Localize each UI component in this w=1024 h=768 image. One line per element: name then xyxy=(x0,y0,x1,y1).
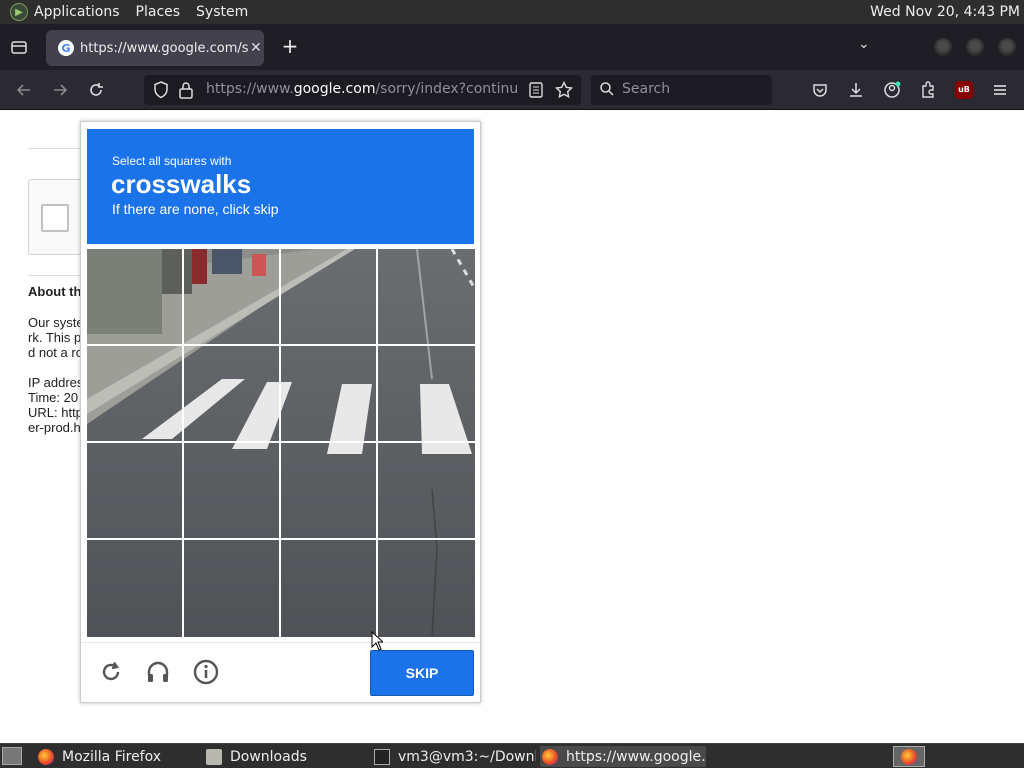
task-downloads[interactable]: Downloads xyxy=(206,746,366,767)
firefox-icon xyxy=(901,749,917,765)
url-line-cont: er-prod.h xyxy=(28,420,81,435)
top-panel: ▶ Applications Places System Wed Nov 20,… xyxy=(0,0,1024,24)
mouse-cursor-icon xyxy=(371,631,383,651)
challenge-footer: SKIP xyxy=(81,642,480,702)
ip-address-line: IP addres xyxy=(28,375,84,390)
menu-places[interactable]: Places xyxy=(136,4,181,20)
recaptcha-checkbox[interactable] xyxy=(41,204,69,232)
page-text-line: d not a ro xyxy=(28,345,83,360)
search-placeholder: Search xyxy=(622,81,671,97)
menu-system[interactable]: System xyxy=(196,4,248,20)
firefox-view-icon[interactable] xyxy=(10,38,28,56)
url-line: URL: http xyxy=(28,405,83,420)
bookmark-star-icon[interactable] xyxy=(554,80,574,104)
back-icon[interactable] xyxy=(14,80,34,100)
terminal-icon xyxy=(374,748,390,765)
image-tile[interactable] xyxy=(87,540,182,635)
taskbar: Mozilla Firefox Downloads vm3@vm3:~/Down… xyxy=(0,743,1024,768)
recaptcha-challenge-dialog: Select all squares with crosswalks If th… xyxy=(80,121,481,703)
lock-icon[interactable] xyxy=(178,80,194,104)
nav-bar: https://www.google.com/sorry/index?conti… xyxy=(0,70,1024,110)
search-icon xyxy=(599,81,615,101)
image-tile[interactable] xyxy=(378,540,473,635)
divider xyxy=(28,275,88,276)
image-tile[interactable] xyxy=(184,443,279,538)
image-tile[interactable] xyxy=(184,249,279,344)
task-firefox-google[interactable]: https://www.google… xyxy=(540,746,706,767)
challenge-target: crosswalks xyxy=(111,169,252,199)
menu-applications[interactable]: Applications xyxy=(34,4,120,20)
page-text-line: rk. This p xyxy=(28,330,82,345)
google-favicon-icon: G xyxy=(58,40,74,56)
image-tile[interactable] xyxy=(378,443,473,538)
instruction-line: Select all squares with xyxy=(112,154,232,168)
url-text[interactable]: https://www.google.com/sorry/index?conti… xyxy=(206,81,518,97)
url-bar[interactable]: https://www.google.com/sorry/index?conti… xyxy=(144,75,581,105)
page-text-line: Our syste xyxy=(28,315,84,330)
tab-google-sorry[interactable]: G https://www.google.com/sorry/index?con… xyxy=(46,30,264,66)
tab-title: https://www.google.com/sorry/index?conti… xyxy=(80,40,248,56)
tab-bar: G https://www.google.com/sorry/index?con… xyxy=(0,24,1024,70)
image-tile[interactable] xyxy=(281,249,376,344)
reload-icon[interactable] xyxy=(86,80,106,100)
image-tile[interactable] xyxy=(87,443,182,538)
ublock-origin-icon[interactable]: uB xyxy=(955,81,973,99)
firefox-icon xyxy=(542,748,558,765)
info-icon[interactable] xyxy=(193,659,219,685)
task-firefox[interactable]: Mozilla Firefox xyxy=(38,746,198,767)
menu-hamburger-icon[interactable] xyxy=(990,80,1010,100)
maximize-window-icon[interactable] xyxy=(966,38,984,56)
show-desktop-icon[interactable] xyxy=(2,747,22,765)
image-tile[interactable] xyxy=(281,443,376,538)
skip-button[interactable]: SKIP xyxy=(370,650,474,696)
audio-challenge-headphones-icon[interactable] xyxy=(145,659,171,685)
extensions-icon[interactable] xyxy=(918,80,938,100)
about-heading: About th xyxy=(28,284,82,299)
close-tab-icon[interactable]: ✕ xyxy=(250,40,262,56)
search-bar[interactable]: Search xyxy=(591,75,772,105)
image-tile[interactable] xyxy=(184,346,279,441)
pocket-icon[interactable] xyxy=(810,80,830,100)
reload-challenge-icon[interactable] xyxy=(98,659,124,685)
downloads-icon[interactable] xyxy=(846,80,866,100)
workspace-switcher[interactable] xyxy=(893,746,925,767)
divider xyxy=(28,148,88,149)
forward-icon[interactable] xyxy=(50,80,70,100)
instruction-skip-hint: If there are none, click skip xyxy=(112,201,279,217)
image-tile[interactable] xyxy=(87,249,182,344)
minimize-window-icon[interactable] xyxy=(934,38,952,56)
image-tile[interactable] xyxy=(184,540,279,635)
applications-logo-icon[interactable]: ▶ xyxy=(10,3,28,21)
list-all-tabs-icon[interactable]: ⌄ xyxy=(858,36,870,52)
challenge-header: Select all squares with crosswalks If th… xyxy=(87,129,474,244)
task-terminal[interactable]: vm3@vm3:~/Downl… xyxy=(374,746,536,767)
reader-view-icon[interactable] xyxy=(528,81,544,103)
clock[interactable]: Wed Nov 20, 4:43 PM xyxy=(870,4,1020,20)
tracking-protection-shield-icon[interactable] xyxy=(152,80,170,104)
folder-icon xyxy=(206,748,222,765)
image-tile[interactable] xyxy=(378,346,473,441)
recaptcha-widget[interactable] xyxy=(28,179,88,255)
image-tile[interactable] xyxy=(378,249,473,344)
image-tile[interactable] xyxy=(281,540,376,635)
image-tile-grid xyxy=(87,249,475,637)
account-icon[interactable] xyxy=(882,80,902,100)
time-line: Time: 20 xyxy=(28,390,79,405)
close-window-icon[interactable] xyxy=(998,38,1016,56)
image-tile[interactable] xyxy=(281,346,376,441)
firefox-icon xyxy=(38,748,54,765)
image-tile[interactable] xyxy=(87,346,182,441)
new-tab-icon[interactable]: + xyxy=(280,36,300,56)
